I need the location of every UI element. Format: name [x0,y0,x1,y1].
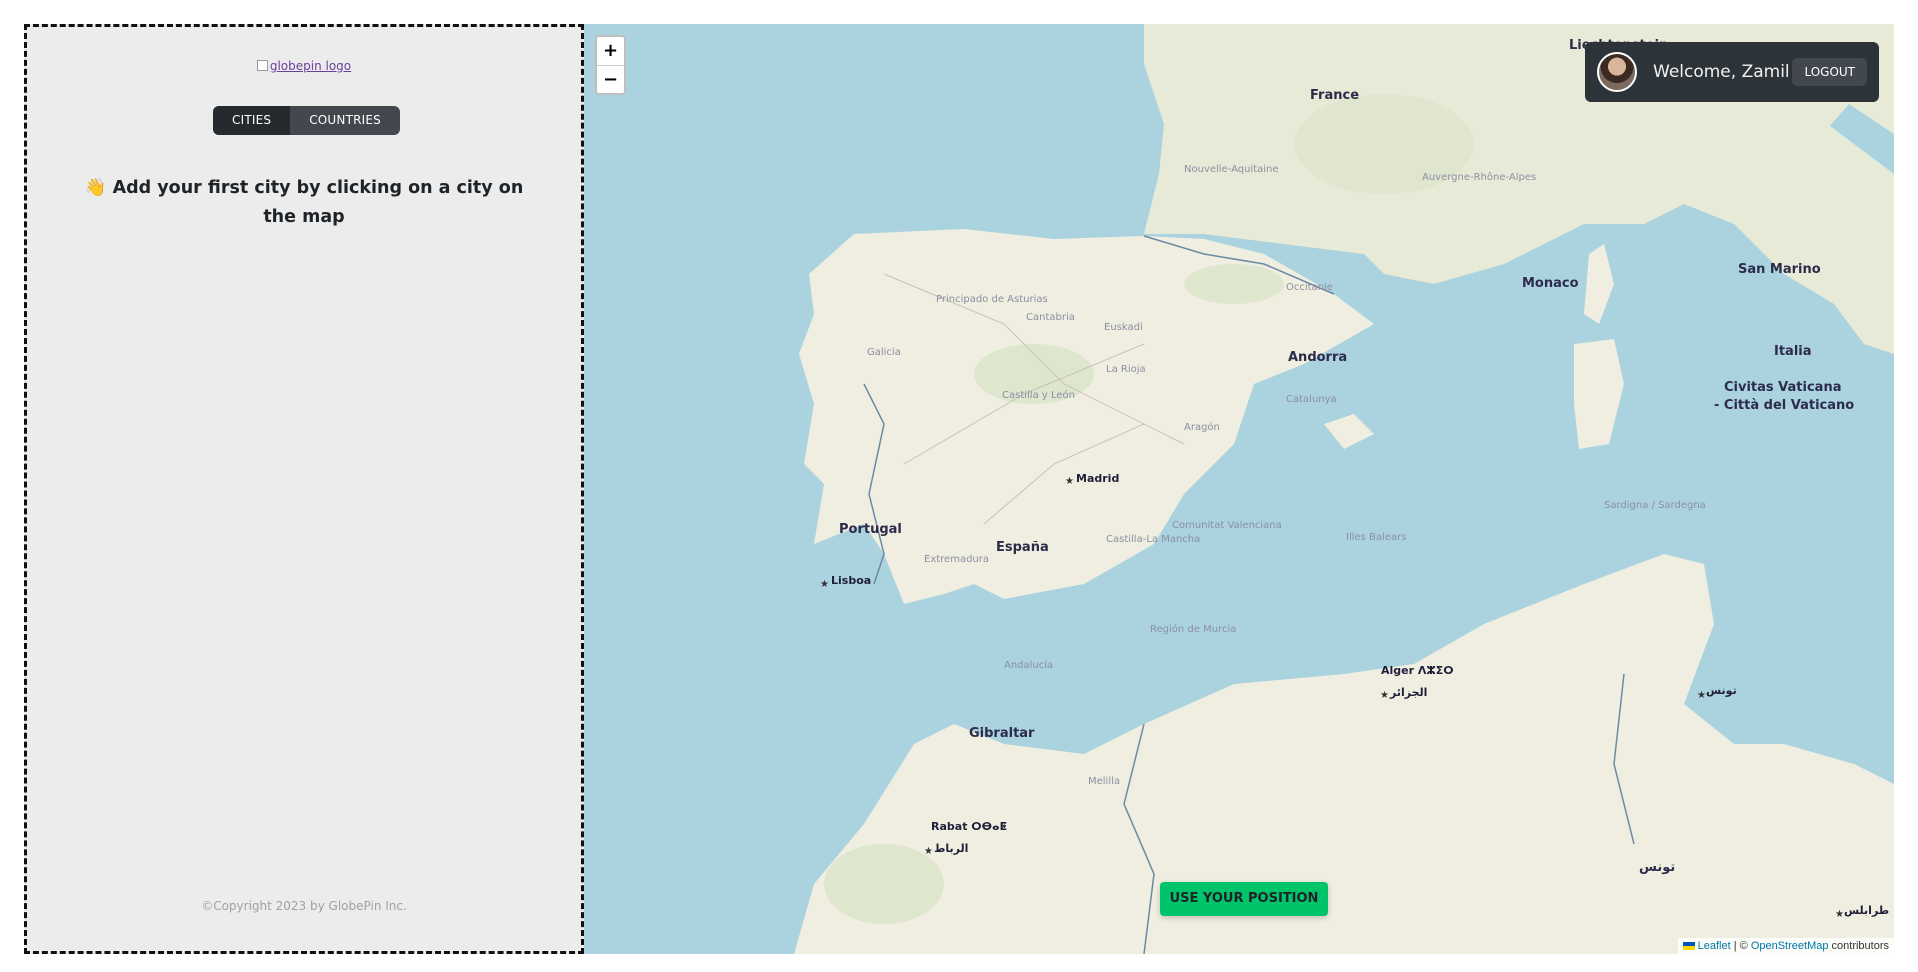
map-label-aragon: Aragón [1184,422,1220,433]
ukraine-flag-icon [1682,942,1695,950]
leaflet-link[interactable]: Leaflet [1698,940,1731,952]
map-label-portugal: Portugal [839,522,902,537]
map-label-espana: España [996,540,1049,555]
attribution-suffix: contributors [1828,940,1889,952]
logo-alt-text: globepin logo [269,59,352,73]
logo[interactable]: globepin logo [27,59,581,73]
map-label-lisboa: Lisboa [831,574,872,587]
map-label-gibraltar: Gibraltar [969,726,1035,741]
map-label-alger-ar: الجزائر [1390,686,1428,699]
osm-link[interactable]: OpenStreetMap [1751,940,1829,952]
map-label-la-rioja: La Rioja [1106,364,1146,375]
tab-countries[interactable]: COUNTRIES [290,106,400,135]
map-attribution: Leaflet | © OpenStreetMap contributors [1677,938,1894,954]
map-label-melilla: Melilla [1088,776,1121,787]
sidebar-tabs: CITIES COUNTRIES [213,106,400,135]
map-label-rabat-ar: الرباط [934,842,969,855]
map-label-tunisia: تونس [1639,860,1676,875]
map-label-illes-balears: Illes Balears [1346,532,1407,543]
map-label-occitanie: Occitanie [1286,282,1333,293]
map-label-auvergne: Auvergne-Rhône-Alpes [1422,172,1537,183]
app-layout: globepin logo CITIES COUNTRIES 👋 Add you… [24,24,1894,954]
map-label-sardegna: Sardigna / Sardegna [1604,500,1706,511]
tab-cities[interactable]: CITIES [213,106,291,135]
empty-state-message: 👋 Add your first city by clicking on a c… [84,178,524,227]
sidebar: globepin logo CITIES COUNTRIES 👋 Add you… [24,24,584,954]
map-label-cantabria: Cantabria [1026,312,1075,323]
capital-star-icon: ★ [1697,690,1706,701]
capital-star-icon: ★ [924,846,933,857]
map-label-italia: Italia [1774,344,1812,359]
map-label-madrid: Madrid [1076,472,1120,485]
use-position-button[interactable]: USE YOUR POSITION [1160,882,1328,916]
map-label-comunitat-valenciana: Comunitat Valenciana [1172,520,1282,531]
map-label-nouvelle-aquitaine: Nouvelle-Aquitaine [1184,164,1279,175]
user-panel: Welcome, Zamil LOGOUT [1585,42,1879,102]
welcome-text: Welcome, Zamil [1653,62,1790,82]
map-label-andalucia: Andalucía [1004,660,1054,671]
map-label-region-murcia: Región de Murcia [1150,624,1237,635]
capital-star-icon: ★ [820,579,829,590]
zoom-in-button[interactable]: + [597,37,624,65]
map-label-andorra: Andorra [1288,350,1348,365]
map-label-tunis: تونس [1706,684,1737,697]
map-label-galicia: Galicia [867,347,901,358]
attribution-separator: | © [1730,940,1751,952]
logout-button[interactable]: LOGOUT [1792,58,1867,86]
map-label-tripoli: طرابلس [1844,904,1890,917]
map-label-castilla-mancha: Castilla-La Mancha [1106,534,1201,545]
zoom-out-button[interactable]: − [597,65,624,93]
capital-star-icon: ★ [1065,476,1074,487]
map-label-catalunya: Catalunya [1286,394,1337,405]
broken-image-icon [256,60,268,71]
map-label-vatican-1: Civitas Vaticana [1724,380,1842,395]
zoom-control: + − [595,35,626,95]
map-label-principado: Principado de Asturias [936,294,1048,305]
avatar [1597,52,1637,92]
map[interactable]: + − France Andorra Monaco San Marino Ita… [584,24,1894,954]
map-label-san-marino: San Marino [1738,262,1821,277]
map-label-euskadi: Euskadi [1104,322,1143,333]
map-label-monaco: Monaco [1522,276,1579,291]
map-label-alger: Alger ⴷⵣⵉⵔ [1381,664,1454,677]
capital-star-icon: ★ [1380,690,1389,701]
map-label-castilla-leon: Castilla y León [1002,390,1075,401]
map-label-extremadura: Extremadura [924,554,989,565]
map-label-rabat: Rabat ⵔⴱⴰⵟ [931,820,1008,833]
map-label-france: France [1310,88,1360,103]
copyright: ©Copyright 2023 by GlobePin Inc. [201,899,407,913]
map-label-vatican-2: - Città del Vaticano [1714,398,1855,413]
capital-star-icon: ★ [1835,909,1844,920]
